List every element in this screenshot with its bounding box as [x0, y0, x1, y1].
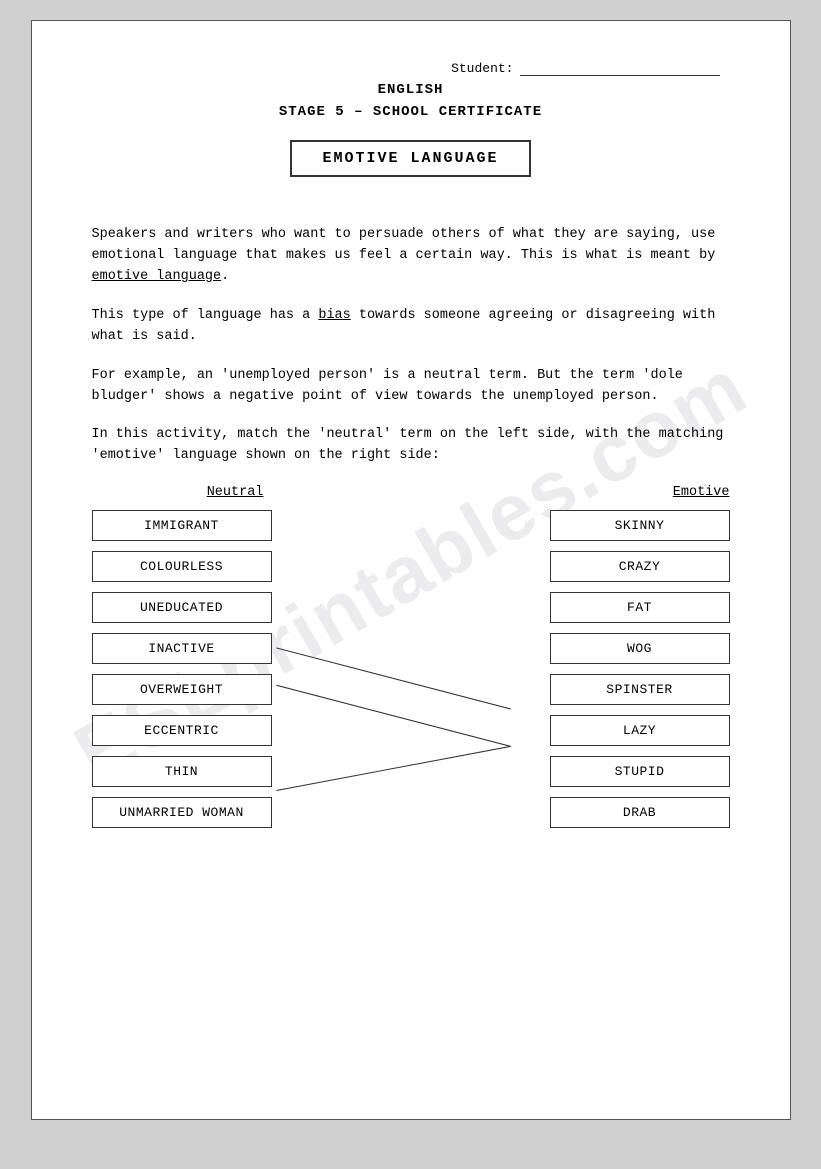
- activity-section: Neutral IMMIGRANT COLOURLESS UNEDUCATED …: [92, 485, 730, 838]
- neutral-word-uneducated: UNEDUCATED: [92, 592, 272, 623]
- neutral-word-immigrant: IMMIGRANT: [92, 510, 272, 541]
- neutral-word-unmarried-woman: UNMARRIED WOMAN: [92, 797, 272, 828]
- neutral-word-eccentric: ECCENTRIC: [92, 715, 272, 746]
- bias-underline: bias: [318, 308, 350, 323]
- header-section: Student: ENGLISH STAGE 5 – SCHOOL CERTIF…: [92, 61, 730, 205]
- matching-area: Neutral IMMIGRANT COLOURLESS UNEDUCATED …: [92, 485, 730, 838]
- worksheet-page: ESLprintables.com Student: ENGLISH STAGE…: [31, 20, 791, 1120]
- stage-title: STAGE 5 – SCHOOL CERTIFICATE: [92, 104, 730, 120]
- paragraph-3: For example, an 'unemployed person' is a…: [92, 366, 730, 408]
- neutral-word-colourless: COLOURLESS: [92, 551, 272, 582]
- emotive-word-stupid: STUPID: [550, 756, 730, 787]
- page-content: Student: ENGLISH STAGE 5 – SCHOOL CERTIF…: [92, 61, 730, 838]
- emotive-word-crazy: CRAZY: [550, 551, 730, 582]
- paragraph-2: This type of language has a bias towards…: [92, 306, 730, 348]
- emotive-word-skinny: SKINNY: [550, 510, 730, 541]
- subject-title: ENGLISH: [92, 82, 730, 98]
- neutral-word-thin: THIN: [92, 756, 272, 787]
- emotive-word-drab: DRAB: [550, 797, 730, 828]
- emotive-column: Emotive SKINNY CRAZY FAT WOG SPINSTER LA…: [442, 485, 729, 838]
- emotive-word-lazy: LAZY: [550, 715, 730, 746]
- paragraph-1: Speakers and writers who want to persuad…: [92, 225, 730, 288]
- student-name-field[interactable]: [520, 62, 720, 76]
- emotive-language-underline: emotive language: [92, 269, 222, 284]
- neutral-word-overweight: OVERWEIGHT: [92, 674, 272, 705]
- student-label: Student:: [451, 61, 513, 76]
- emotive-header: Emotive: [673, 485, 730, 500]
- emotive-word-spinster: SPINSTER: [550, 674, 730, 705]
- neutral-column: Neutral IMMIGRANT COLOURLESS UNEDUCATED …: [92, 485, 379, 838]
- paragraph-4: In this activity, match the 'neutral' te…: [92, 425, 730, 467]
- main-title: EMOTIVE LANGUAGE: [290, 140, 530, 177]
- student-line: Student:: [92, 61, 730, 76]
- emotive-word-fat: FAT: [550, 592, 730, 623]
- neutral-word-inactive: INACTIVE: [92, 633, 272, 664]
- neutral-header: Neutral: [92, 485, 379, 500]
- emotive-word-wog: WOG: [550, 633, 730, 664]
